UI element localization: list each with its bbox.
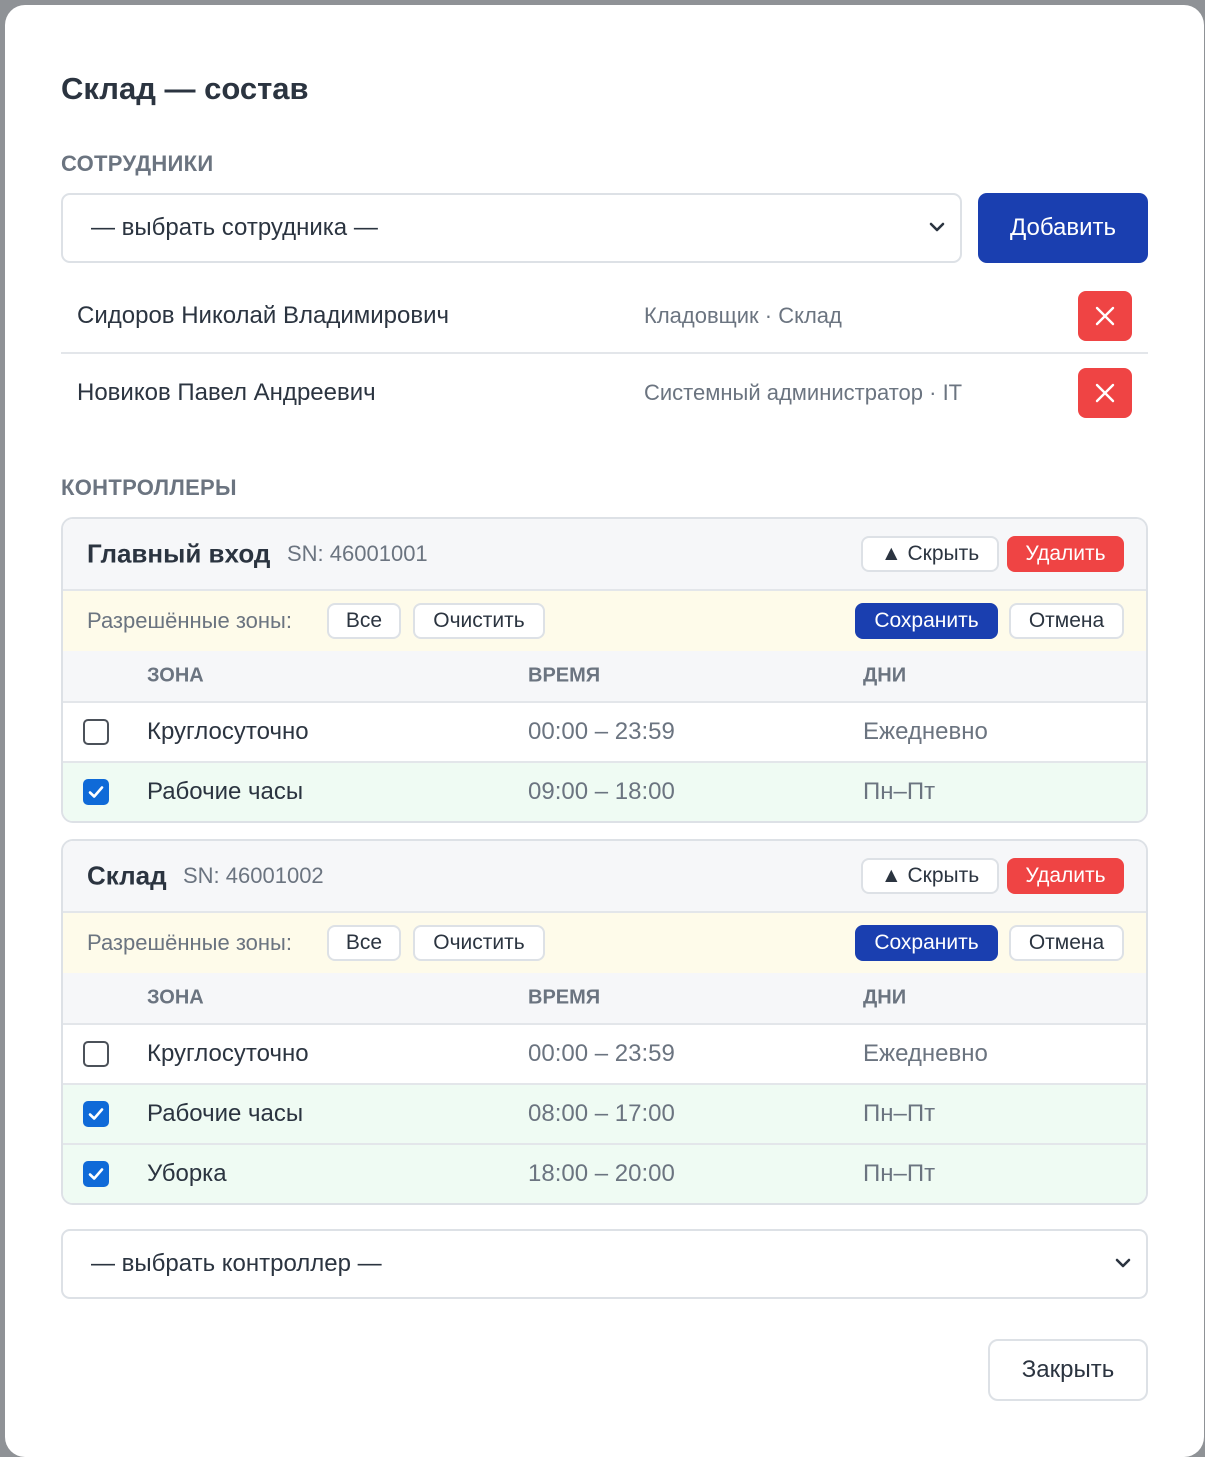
zone-days: Ежедневно <box>863 718 988 745</box>
zone-days: Пн–Пт <box>863 1100 936 1127</box>
close-icon <box>1095 306 1115 326</box>
chevron-down-icon <box>1115 1258 1131 1268</box>
zone-name: Уборка <box>147 1160 227 1187</box>
controller-name: Склад <box>87 860 167 891</box>
select-all-button[interactable]: Все <box>327 603 401 639</box>
column-time: ВРЕМЯ <box>528 986 601 1009</box>
zone-checkbox[interactable] <box>83 1161 109 1187</box>
hide-button[interactable]: ▲ Скрыть <box>861 858 999 894</box>
column-zone: ЗОНА <box>147 664 204 687</box>
zone-checkbox[interactable] <box>83 779 109 805</box>
zone-time: 18:00 – 20:00 <box>528 1160 675 1187</box>
zone-days: Ежедневно <box>863 1040 988 1067</box>
allowed-zones-bar: Разрешённые зоны: Все Очистить Сохранить… <box>63 591 1146 651</box>
allowed-zones-label: Разрешённые зоны: <box>87 930 292 955</box>
zone-row[interactable]: Круглосуточно 00:00 – 23:59 Ежедневно <box>63 1025 1146 1085</box>
zone-name: Круглосуточно <box>147 718 309 745</box>
column-days: ДНИ <box>863 664 907 687</box>
checkmark-icon <box>88 1168 104 1180</box>
column-days: ДНИ <box>863 986 907 1009</box>
clear-button[interactable]: Очистить <box>413 925 545 961</box>
zone-time: 00:00 – 23:59 <box>528 718 675 745</box>
zone-checkbox[interactable] <box>83 1041 109 1067</box>
zone-row[interactable]: Рабочие часы 09:00 – 18:00 Пн–Пт <box>63 763 1146 821</box>
select-all-button[interactable]: Все <box>327 925 401 961</box>
close-button[interactable]: Закрыть <box>988 1339 1148 1401</box>
zones-table-header: ЗОНА ВРЕМЯ ДНИ <box>63 651 1146 703</box>
allowed-zones-bar: Разрешённые зоны: Все Очистить Сохранить… <box>63 913 1146 973</box>
close-icon <box>1095 383 1115 403</box>
controller-header: Склад SN: 46001002 ▲ Скрыть Удалить <box>63 841 1146 913</box>
save-button[interactable]: Сохранить <box>855 603 998 639</box>
controller-card: Склад SN: 46001002 ▲ Скрыть Удалить Разр… <box>61 839 1148 1205</box>
column-time: ВРЕМЯ <box>528 664 601 687</box>
checkmark-icon <box>88 786 104 798</box>
remove-employee-button[interactable] <box>1078 291 1132 341</box>
employee-role: Системный администратор · IT <box>644 380 963 405</box>
controller-sn: SN: 46001002 <box>183 863 324 888</box>
employee-name: Сидоров Николай Владимирович <box>77 302 449 329</box>
zone-row[interactable]: Рабочие часы 08:00 – 17:00 Пн–Пт <box>63 1085 1146 1145</box>
delete-controller-button[interactable]: Удалить <box>1007 858 1124 894</box>
zone-days: Пн–Пт <box>863 1160 936 1187</box>
zone-time: 00:00 – 23:59 <box>528 1040 675 1067</box>
delete-controller-button[interactable]: Удалить <box>1007 536 1124 572</box>
column-zone: ЗОНА <box>147 986 204 1009</box>
zone-checkbox[interactable] <box>83 1101 109 1127</box>
controllers-section-label: КОНТРОЛЛЕРЫ <box>61 475 237 500</box>
add-employee-button[interactable]: Добавить <box>978 193 1148 263</box>
cancel-button[interactable]: Отмена <box>1009 925 1124 961</box>
controller-header: Главный вход SN: 46001001 ▲ Скрыть Удали… <box>63 519 1146 591</box>
checkmark-icon <box>88 1108 104 1120</box>
employees-section-label: СОТРУДНИКИ <box>61 151 214 176</box>
controller-name: Главный вход <box>87 538 271 569</box>
warehouse-modal: Склад — состав СОТРУДНИКИ — выбрать сотр… <box>5 5 1204 1457</box>
zone-time: 08:00 – 17:00 <box>528 1100 675 1127</box>
chevron-down-icon <box>929 222 945 232</box>
modal-title: Склад — состав <box>61 71 309 106</box>
zone-days: Пн–Пт <box>863 778 936 805</box>
allowed-zones-label: Разрешённые зоны: <box>87 608 292 633</box>
employee-select-value: — выбрать сотрудника — <box>91 214 378 241</box>
controller-card: Главный вход SN: 46001001 ▲ Скрыть Удали… <box>61 517 1148 823</box>
zone-checkbox[interactable] <box>83 719 109 745</box>
cancel-button[interactable]: Отмена <box>1009 603 1124 639</box>
employee-row: Сидоров Николай Владимирович Кладовщик ·… <box>61 280 1148 354</box>
hide-button[interactable]: ▲ Скрыть <box>861 536 999 572</box>
zone-name: Круглосуточно <box>147 1040 309 1067</box>
employee-row: Новиков Павел Андреевич Системный админи… <box>61 356 1148 430</box>
employee-role: Кладовщик · Склад <box>644 303 842 328</box>
save-button[interactable]: Сохранить <box>855 925 998 961</box>
zone-time: 09:00 – 18:00 <box>528 778 675 805</box>
zone-name: Рабочие часы <box>147 778 304 805</box>
employee-select[interactable]: — выбрать сотрудника — <box>61 193 962 263</box>
zone-name: Рабочие часы <box>147 1100 304 1127</box>
employee-name: Новиков Павел Андреевич <box>77 379 376 406</box>
controller-select-value: — выбрать контроллер — <box>91 1250 382 1277</box>
zone-row[interactable]: Круглосуточно 00:00 – 23:59 Ежедневно <box>63 703 1146 763</box>
controller-select[interactable]: — выбрать контроллер — <box>61 1229 1148 1299</box>
zones-table-header: ЗОНА ВРЕМЯ ДНИ <box>63 973 1146 1025</box>
controller-sn: SN: 46001001 <box>287 541 428 566</box>
zone-row[interactable]: Уборка 18:00 – 20:00 Пн–Пт <box>63 1145 1146 1203</box>
remove-employee-button[interactable] <box>1078 368 1132 418</box>
clear-button[interactable]: Очистить <box>413 603 545 639</box>
